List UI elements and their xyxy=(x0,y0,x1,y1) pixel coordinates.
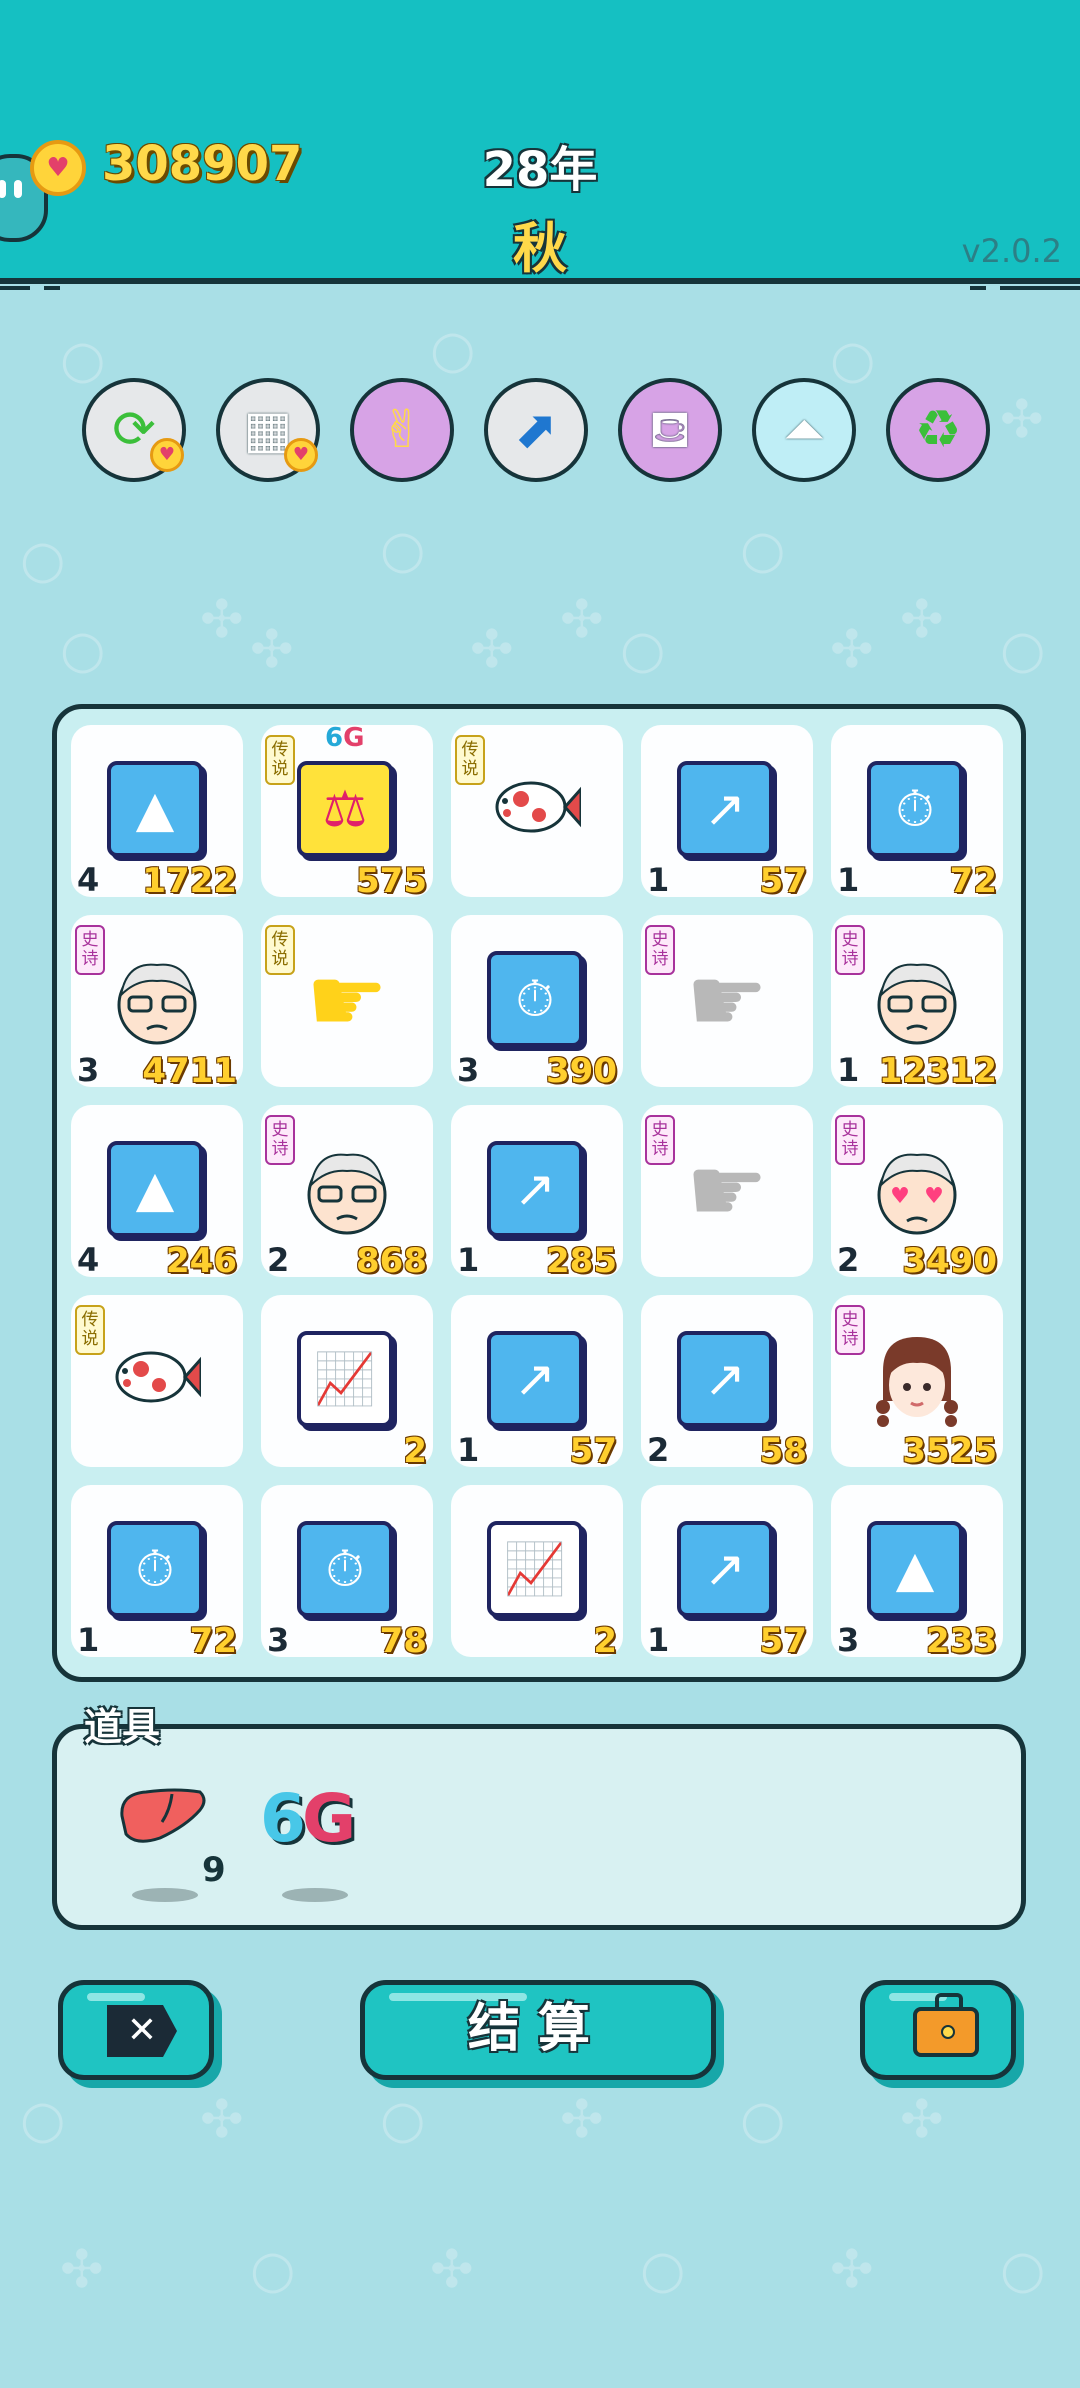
old-man-icon xyxy=(117,963,197,1045)
stopwatch-icon: ⏱ xyxy=(487,951,583,1047)
coin-balance: 308907 xyxy=(102,136,303,192)
epic-badge: 史诗 xyxy=(75,925,105,975)
bag-button[interactable] xyxy=(860,1980,1016,2080)
liver-icon[interactable] xyxy=(116,1786,208,1848)
braided-girl-icon xyxy=(876,1337,958,1427)
grey-hand-icon: ☛ xyxy=(685,947,769,1054)
board-cell[interactable]: ▲ 4 1722 xyxy=(71,725,243,901)
heart-coin-icon: ♥ xyxy=(150,438,184,472)
board-cell[interactable]: ↗ 1 57 xyxy=(641,1485,813,1661)
blocks-button[interactable]: ▦ ♥ xyxy=(216,378,320,482)
board-cell[interactable]: ↗ 1 57 xyxy=(451,1295,623,1471)
gold-bars-icon: ▲ xyxy=(107,761,203,857)
gold-bars-icon: ▲ xyxy=(107,1141,203,1237)
rock-hand-icon: ✌ xyxy=(380,400,424,460)
liver-count: 9 xyxy=(202,1850,226,1890)
item-shadow xyxy=(132,1888,198,1902)
svg-text:♥: ♥ xyxy=(924,1184,944,1209)
refresh-button[interactable]: ⟳ ♥ xyxy=(82,378,186,482)
settle-label: 结算 xyxy=(467,1999,608,2059)
board-cell[interactable]: 传说 xyxy=(451,725,623,897)
board-cell[interactable]: 史诗 3 4711 xyxy=(71,915,243,1091)
gravy-boat-icon: ⛾ xyxy=(648,400,692,460)
board-cell[interactable]: 史诗 ♥ ♥ 2 3490 xyxy=(831,1105,1003,1281)
briefcase-icon xyxy=(913,1993,979,2057)
epic-badge: 史诗 xyxy=(835,1305,865,1355)
gold-bars-icon: ▲ xyxy=(867,1521,963,1617)
growth-chart-icon: 📈 xyxy=(487,1521,583,1617)
board-cell[interactable]: 📈 2 xyxy=(451,1485,623,1661)
skill-bar: ⟳ ♥ ▦ ♥ ✌ ⬈ ⛾ ⏶ ♻ xyxy=(82,378,1002,488)
board-cell[interactable]: 📈 2 xyxy=(261,1295,433,1471)
koi-fish-icon xyxy=(115,1351,201,1403)
skirt-icon: ⏶ xyxy=(783,400,825,460)
rock-hand-button[interactable]: ✌ xyxy=(350,378,454,482)
board-cell[interactable]: ↗ 1 57 xyxy=(641,725,813,901)
trend-line-icon: ↗ xyxy=(677,1331,773,1427)
6g-tag: 6G xyxy=(325,723,365,753)
board-cell[interactable]: 史诗 1 12312 xyxy=(831,915,1003,1091)
board-cell[interactable]: ⏱ 1 72 xyxy=(831,725,1003,901)
refresh-icon: ⟳ xyxy=(112,400,156,460)
arrow-up-button[interactable]: ⬈ xyxy=(484,378,588,482)
board-cell[interactable]: ▲ 3 233 xyxy=(831,1485,1003,1661)
board-cell[interactable]: ⏱ 3 390 xyxy=(451,915,623,1091)
epic-badge: 史诗 xyxy=(835,1115,865,1165)
season-label: 秋 xyxy=(513,217,567,280)
legend-badge: 传说 xyxy=(265,925,295,975)
item-shadow xyxy=(282,1888,348,1902)
board-cell[interactable]: 史诗 ☛ xyxy=(641,1105,813,1277)
koi-fish-icon xyxy=(495,781,581,833)
gravy-boat-button[interactable]: ⛾ xyxy=(618,378,722,482)
epic-badge: 史诗 xyxy=(645,1115,675,1165)
board-cell[interactable]: ⏱ 1 72 xyxy=(71,1485,243,1661)
arrow-up-icon: ⬈ xyxy=(514,400,558,460)
svg-text:♥: ♥ xyxy=(890,1184,910,1209)
board-cell[interactable]: ⏱ 3 78 xyxy=(261,1485,433,1661)
board-cell[interactable]: 6G 传说 ⚖ 575 xyxy=(261,723,433,901)
skirt-button[interactable]: ⏶ xyxy=(752,378,856,482)
gold-coin-icon: ♥ xyxy=(30,140,86,196)
props-title: 道具 xyxy=(84,1705,161,1749)
stopwatch-icon: ⏱ xyxy=(107,1521,203,1617)
settle-button[interactable]: 结算 xyxy=(360,1980,716,2080)
board-cell[interactable]: 传说 ☛ xyxy=(261,915,433,1087)
stopwatch-icon: ⏱ xyxy=(867,761,963,857)
board-cell[interactable]: 传说 xyxy=(71,1295,243,1467)
trend-line-icon: ↗ xyxy=(677,761,773,857)
close-x-icon: ✕ xyxy=(107,2005,177,2057)
board-cell[interactable]: 史诗 2 868 xyxy=(261,1105,433,1281)
year-label: 28年 xyxy=(482,142,598,198)
game-board: ▲ 4 1722 6G 传说 ⚖ 575 传说 ↗ 1 57 ⏱ 1 72 史诗 xyxy=(52,704,1026,1682)
growth-chart-icon: 📈 xyxy=(297,1331,393,1427)
recycle-button[interactable]: ♻ xyxy=(886,378,990,482)
grey-hand-icon: ☛ xyxy=(685,1137,769,1244)
trend-line-icon: ↗ xyxy=(487,1141,583,1237)
close-button[interactable]: ✕ xyxy=(58,1980,214,2080)
balance-scale-icon: ⚖ xyxy=(297,761,393,857)
trend-line-icon: ↗ xyxy=(677,1521,773,1617)
board-cell[interactable]: ↗ 2 58 xyxy=(641,1295,813,1471)
pointing-hand-icon: ☛ xyxy=(305,947,389,1054)
old-man-icon xyxy=(307,1153,387,1235)
trend-line-icon: ↗ xyxy=(487,1331,583,1427)
stopwatch-icon: ⏱ xyxy=(297,1521,393,1617)
old-man-icon xyxy=(877,963,957,1045)
version-label: v2.0.2 xyxy=(961,232,1062,270)
board-cell[interactable]: 史诗 3525 xyxy=(831,1295,1003,1471)
heart-coin-icon: ♥ xyxy=(284,438,318,472)
board-cell[interactable]: ▲ 4 246 xyxy=(71,1105,243,1281)
board-cell[interactable]: ↗ 1 285 xyxy=(451,1105,623,1281)
6g-icon[interactable]: 6G xyxy=(260,1780,356,1857)
epic-badge: 史诗 xyxy=(645,925,675,975)
epic-badge: 史诗 xyxy=(835,925,865,975)
recycle-icon: ♻ xyxy=(914,400,962,460)
board-cell[interactable]: 史诗 ☛ xyxy=(641,915,813,1087)
epic-badge: 史诗 xyxy=(265,1115,295,1165)
heart-eyes-old-man-icon: ♥ ♥ xyxy=(877,1153,957,1235)
legend-badge: 传说 xyxy=(265,735,295,785)
